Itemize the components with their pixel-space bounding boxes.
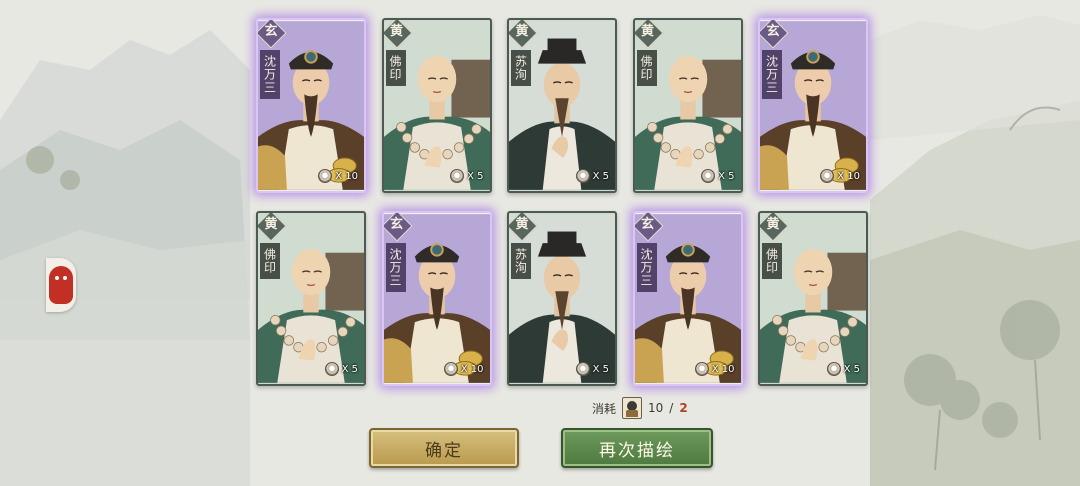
shard-count-value: X 5 [843,363,860,375]
shard-icon [443,362,458,376]
shard-count-value: X 5 [592,363,609,375]
hero-name: 佛印 [385,50,406,86]
grade-label: 玄 [640,217,654,232]
shard-count: X 5 [701,169,735,183]
hero-card[interactable]: 黄 苏洵 X 5 [507,18,617,193]
cost-have: 10 [648,401,664,415]
hero-card[interactable]: 黄 佛印 X 5 [758,211,868,386]
shard-count-value: X 5 [718,170,735,182]
shard-count: X 10 [820,169,860,183]
cost-row: 消耗 10 / 2 [592,397,688,419]
shard-icon [694,362,709,376]
cost-need: 2 [679,401,688,415]
hero-card[interactable]: 玄 沈万三 X 10 [758,18,868,193]
shard-icon [324,362,339,376]
shard-count-value: X 10 [335,170,358,182]
shard-count-value: X 5 [341,363,358,375]
shard-count: X 5 [324,362,358,376]
hero-card[interactable]: 玄 沈万三 X 10 [632,211,743,386]
hero-name: 沈万三 [385,243,406,292]
shard-icon [575,169,590,183]
shard-count-value: X 5 [467,170,484,182]
card-grid: 玄 沈万三 X 10 黄 佛印 X 5 黄 苏洵 X 5 黄 佛印 X 5 玄 … [256,18,868,388]
cost-separator: / [669,401,674,415]
side-character-badge[interactable] [46,258,76,312]
grade-label: 玄 [389,217,403,232]
hero-card[interactable]: 玄 沈万三 X 10 [381,211,492,386]
redraw-button[interactable]: 再次描绘 [561,428,713,468]
shard-icon [318,169,333,183]
grade-label: 黄 [264,217,278,232]
shard-icon [826,362,841,376]
shard-count-value: X 10 [460,363,484,375]
shard-count: X 10 [443,362,484,376]
grade-label: 黄 [766,217,780,232]
hero-card[interactable]: 黄 佛印 X 5 [381,18,492,193]
grade-label: 玄 [264,24,278,39]
hero-name: 苏洵 [511,243,531,279]
shard-count: X 10 [318,169,358,183]
grade-label: 黄 [640,24,654,39]
shard-count-value: X 10 [711,363,735,375]
shard-count: X 5 [826,362,860,376]
hero-card[interactable]: 黄 苏洵 X 5 [507,211,617,386]
shard-count-value: X 5 [592,170,609,182]
hero-name: 沈万三 [636,243,657,292]
draw-ticket-icon [622,397,643,419]
shard-count: X 10 [694,362,735,376]
hero-name: 苏洵 [511,50,531,86]
hero-card[interactable]: 玄 沈万三 X 10 [256,18,366,193]
shard-count: X 5 [575,169,609,183]
confirm-button[interactable]: 确定 [369,428,519,468]
shard-icon [450,169,465,183]
shard-count: X 5 [450,169,484,183]
shard-icon [701,169,716,183]
grade-label: 黄 [515,24,529,39]
hero-card[interactable]: 黄 佛印 X 5 [632,18,743,193]
hero-name: 佛印 [636,50,657,86]
shard-icon [575,362,590,376]
shard-count-value: X 10 [837,170,860,182]
shard-icon [820,169,835,183]
grade-label: 玄 [766,24,780,39]
grade-label: 黄 [515,217,529,232]
hero-name: 沈万三 [762,50,782,99]
hero-name: 佛印 [260,243,280,279]
grade-label: 黄 [389,24,403,39]
hero-name: 佛印 [762,243,782,279]
hero-name: 沈万三 [260,50,280,99]
hero-card[interactable]: 黄 佛印 X 5 [256,211,366,386]
shard-count: X 5 [575,362,609,376]
cost-label: 消耗 [592,401,617,416]
red-mascot-icon [49,266,73,304]
